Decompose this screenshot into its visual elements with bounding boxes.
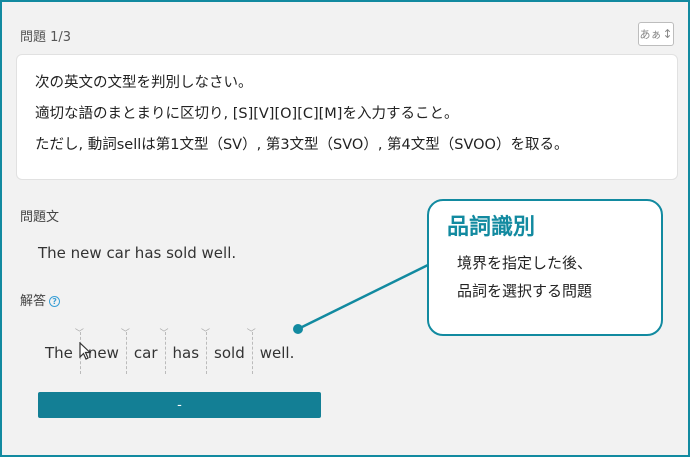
callout-box: 品詞識別 境界を指定した後、 品詞を選択する問題 [427,199,663,336]
callout-title: 品詞識別 [447,215,536,240]
callout-body: 境界を指定した後、 品詞を選択する問題 [447,249,643,305]
callout-line: 境界を指定した後、 [457,254,593,272]
app-frame: 問題 1/3 あぁ ↕ 次の英文の文型を判別しなさい。 適切な語のまとまりに区切… [0,0,690,457]
callout-line: 品詞を選択する問題 [457,282,593,300]
